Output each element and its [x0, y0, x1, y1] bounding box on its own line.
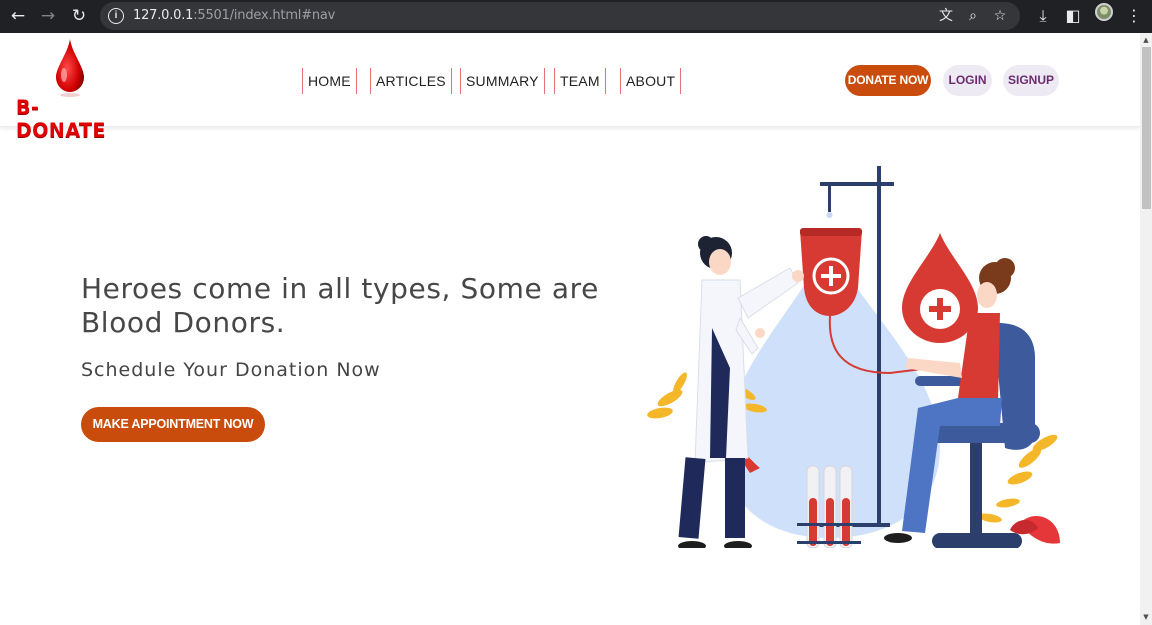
site-info-icon[interactable]: i [108, 8, 124, 24]
url-host: 127.0.0.1 [133, 8, 194, 23]
address-url[interactable]: 127.0.0.1:5501/index.html#nav [133, 8, 335, 23]
nav-summary[interactable]: SUMMARY [460, 68, 545, 94]
logo[interactable]: B-DONATE [14, 39, 124, 142]
translate-icon[interactable]: 文 [936, 6, 956, 26]
back-arrow-icon[interactable]: ← [5, 3, 31, 29]
scroll-down-arrow-icon[interactable]: ▼ [1142, 613, 1150, 621]
nav-about[interactable]: ABOUT [620, 68, 682, 94]
blood-donation-illustration [647, 166, 1060, 548]
page-scrollbar[interactable]: ▲ ▼ [1140, 33, 1152, 625]
hero-subtitle: Schedule Your Donation Now [81, 359, 381, 381]
login-button[interactable]: LOGIN [943, 65, 992, 96]
side-panel-icon[interactable]: ◧ [1062, 4, 1084, 28]
nav-team[interactable]: TEAM [554, 68, 606, 94]
site-header: B-DONATE HOME ARTICLES SUMMARY TEAM ABOU… [0, 33, 1140, 142]
signup-button[interactable]: SIGNUP [1003, 65, 1059, 96]
scroll-up-arrow-icon[interactable]: ▲ [1142, 36, 1150, 44]
nav-home[interactable]: HOME [302, 68, 357, 94]
donate-now-button[interactable]: DONATE NOW [845, 65, 931, 96]
hero-title: Heroes come in all types, Some are Blood… [81, 272, 599, 339]
url-path: :5501/index.html#nav [193, 8, 336, 23]
page-viewport: B-DONATE HOME ARTICLES SUMMARY TEAM ABOU… [0, 33, 1140, 625]
scrollbar-thumb[interactable] [1142, 47, 1151, 209]
bookmark-star-icon[interactable]: ☆ [990, 6, 1010, 26]
zoom-icon[interactable]: ⌕ [963, 6, 983, 26]
blood-drop-icon [56, 39, 84, 97]
forward-arrow-icon[interactable]: → [35, 3, 61, 29]
nav-articles[interactable]: ARTICLES [370, 68, 452, 94]
profile-avatar[interactable] [1095, 3, 1113, 21]
logo-text: B-DONATE [16, 95, 106, 143]
reload-icon[interactable]: ↻ [66, 3, 92, 29]
download-icon[interactable]: ⤓ [1032, 4, 1054, 28]
browser-toolbar: ← → ↻ i 127.0.0.1:5501/index.html#nav 文 … [0, 0, 1152, 33]
menu-kebab-icon[interactable]: ⋮ [1123, 4, 1145, 28]
make-appointment-button[interactable]: MAKE APPOINTMENT NOW [81, 407, 265, 442]
address-bar[interactable]: i 127.0.0.1:5501/index.html#nav 文 ⌕ ☆ [100, 2, 1020, 30]
